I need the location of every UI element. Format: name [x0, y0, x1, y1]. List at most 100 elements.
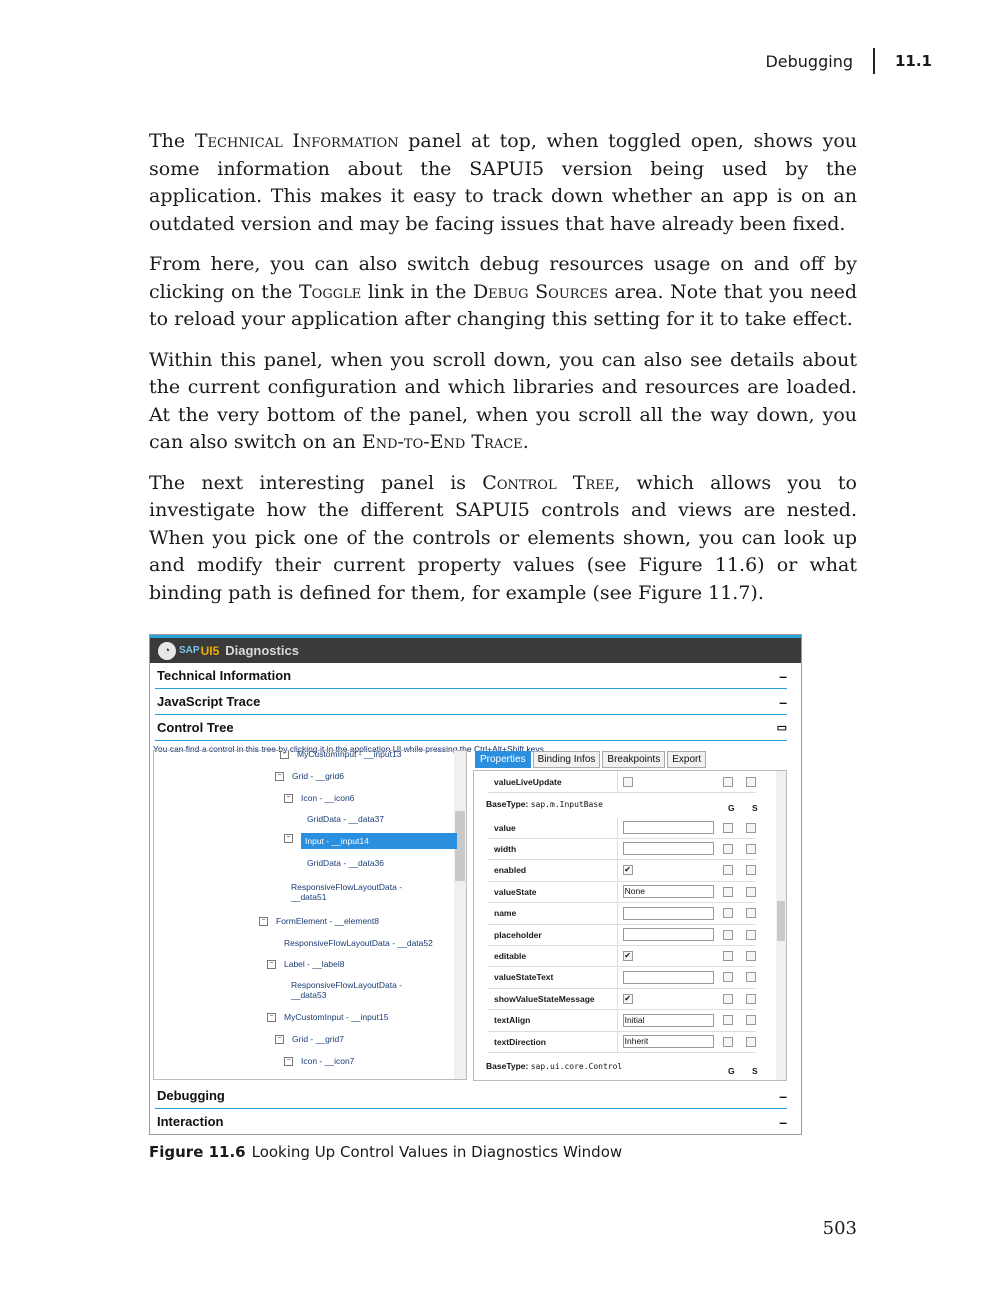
- property-input[interactable]: Inherit: [622, 1035, 714, 1048]
- property-checkbox[interactable]: ✔: [622, 993, 633, 1004]
- properties-scrollbar[interactable]: [776, 771, 786, 1080]
- s-checkbox[interactable]: [746, 929, 756, 940]
- gs-checkboxes: [723, 886, 756, 897]
- section-label: JavaScript Trace: [157, 694, 261, 709]
- gs-checkboxes: [723, 972, 756, 983]
- tab-export[interactable]: Export: [667, 751, 707, 768]
- tree-node-label: Icon - __icon7: [301, 1056, 355, 1066]
- tree-node[interactable]: ResponsiveFlowLayoutData - __data52: [284, 938, 433, 948]
- property-input[interactable]: None: [622, 885, 714, 899]
- tree-node[interactable]: − MyCustomInput - __input15: [267, 1012, 388, 1022]
- s-checkbox[interactable]: [746, 908, 756, 919]
- collapse-node-icon[interactable]: −: [284, 834, 293, 843]
- g-checkbox[interactable]: [723, 822, 734, 833]
- s-checkbox[interactable]: [746, 1015, 756, 1026]
- g-checkbox[interactable]: [723, 929, 734, 940]
- section-technical-information[interactable]: Technical Information –: [155, 663, 787, 689]
- property-input[interactable]: [622, 928, 714, 941]
- tree-node[interactable]: − Icon - __icon7: [284, 1056, 354, 1066]
- s-checkbox[interactable]: [746, 776, 756, 787]
- tree-node[interactable]: __data51: [291, 892, 326, 902]
- g-checkbox[interactable]: [723, 993, 734, 1004]
- figure-caption: Figure 11.6 Looking Up Control Values in …: [149, 1143, 622, 1161]
- tree-scrollbar[interactable]: [454, 751, 466, 1079]
- collapse-icon[interactable]: –: [779, 1088, 787, 1104]
- collapse-node-icon[interactable]: −: [275, 772, 284, 781]
- tree-node[interactable]: − Grid - __grid7: [275, 1034, 344, 1044]
- g-checkbox[interactable]: [723, 908, 734, 919]
- s-checkbox[interactable]: [746, 993, 756, 1004]
- column-s-header: S: [752, 1066, 758, 1076]
- collapse-node-icon[interactable]: −: [267, 1013, 276, 1022]
- property-checkbox[interactable]: ✔: [622, 950, 633, 961]
- property-name: value: [488, 817, 618, 838]
- tree-node[interactable]: − FormElement - __element8: [259, 916, 379, 926]
- small-caps-term: Debug Sources: [472, 280, 608, 303]
- collapse-node-icon[interactable]: −: [280, 751, 289, 759]
- paragraph-4: The next interesting panel is Control Tr…: [149, 470, 857, 608]
- value-checkbox[interactable]: [622, 776, 633, 787]
- g-checkbox[interactable]: [723, 865, 734, 876]
- scrollbar-thumb[interactable]: [777, 901, 785, 941]
- property-checkbox[interactable]: ✔: [622, 865, 633, 876]
- section-interaction[interactable]: Interaction –: [155, 1109, 787, 1134]
- collapse-icon[interactable]: –: [779, 694, 787, 710]
- gs-checkboxes: [723, 843, 756, 854]
- section-title: Debugging: [765, 51, 853, 71]
- property-input[interactable]: [622, 970, 714, 984]
- tree-node[interactable]: − Label - __label8: [267, 959, 345, 969]
- tab-properties[interactable]: Properties: [475, 751, 531, 768]
- tree-node[interactable]: − Grid - __grid6: [275, 771, 344, 781]
- property-value: [618, 928, 719, 941]
- g-checkbox[interactable]: [723, 972, 734, 983]
- g-checkbox[interactable]: [723, 843, 734, 854]
- property-row-enabled: enabled ✔: [488, 859, 756, 882]
- g-checkbox[interactable]: [723, 950, 734, 961]
- section-control-tree[interactable]: Control Tree ▭: [155, 715, 787, 741]
- collapse-node-icon[interactable]: −: [284, 794, 293, 803]
- s-checkbox[interactable]: [746, 822, 756, 833]
- s-checkbox[interactable]: [746, 843, 756, 854]
- collapse-node-icon[interactable]: −: [284, 1057, 293, 1066]
- tree-node[interactable]: GridData - __data36: [307, 858, 384, 868]
- collapse-icon[interactable]: –: [779, 668, 787, 684]
- section-javascript-trace[interactable]: JavaScript Trace –: [155, 689, 787, 715]
- tab-binding-infos[interactable]: Binding Infos: [532, 751, 601, 768]
- gs-checkboxes: [723, 1015, 756, 1026]
- gs-checkboxes: [723, 1036, 756, 1047]
- section-debugging[interactable]: Debugging –: [155, 1083, 787, 1109]
- property-row-valuestate: valueState None: [488, 881, 756, 904]
- tree-node[interactable]: − MyCustomInput - __input13: [280, 751, 401, 759]
- property-input[interactable]: Initial: [622, 1013, 714, 1027]
- g-checkbox[interactable]: [723, 886, 734, 897]
- tree-node[interactable]: ResponsiveFlowLayoutData -: [291, 882, 402, 892]
- gs-checkboxes: [723, 929, 756, 940]
- tree-node[interactable]: __data53: [291, 990, 326, 1000]
- s-checkbox[interactable]: [746, 865, 756, 876]
- diagnostics-screenshot: ◔ SAP UI5 Diagnostics Technical Informat…: [149, 634, 802, 1135]
- tree-node[interactable]: GridData - __data37: [307, 814, 384, 824]
- gs-checkboxes: [723, 908, 756, 919]
- g-checkbox[interactable]: [723, 1036, 734, 1047]
- tree-node[interactable]: ResponsiveFlowLayoutData -: [291, 980, 402, 990]
- s-checkbox[interactable]: [746, 886, 756, 897]
- collapse-icon[interactable]: –: [779, 1114, 787, 1130]
- tree-node-label: Grid - __grid7: [292, 1034, 344, 1044]
- collapse-node-icon[interactable]: −: [275, 1035, 284, 1044]
- g-checkbox[interactable]: [723, 776, 734, 787]
- control-tree[interactable]: − MyCustomInput - __input13− Grid - __grid…: [153, 750, 467, 1080]
- property-input[interactable]: [622, 842, 714, 856]
- s-checkbox[interactable]: [746, 972, 756, 983]
- restore-icon[interactable]: ▭: [777, 721, 787, 734]
- property-input[interactable]: [622, 821, 714, 834]
- collapse-node-icon[interactable]: −: [259, 917, 268, 926]
- s-checkbox[interactable]: [746, 1036, 756, 1047]
- s-checkbox[interactable]: [746, 950, 756, 961]
- collapse-node-icon[interactable]: −: [267, 960, 276, 969]
- tab-breakpoints[interactable]: Breakpoints: [602, 751, 666, 768]
- paragraph-1: The Technical Information panel at top, …: [149, 128, 857, 238]
- tree-node-selected[interactable]: − Input - __input14: [284, 833, 457, 849]
- g-checkbox[interactable]: [723, 1015, 734, 1026]
- property-input[interactable]: [622, 906, 714, 920]
- tree-node[interactable]: − Icon - __icon6: [284, 793, 354, 803]
